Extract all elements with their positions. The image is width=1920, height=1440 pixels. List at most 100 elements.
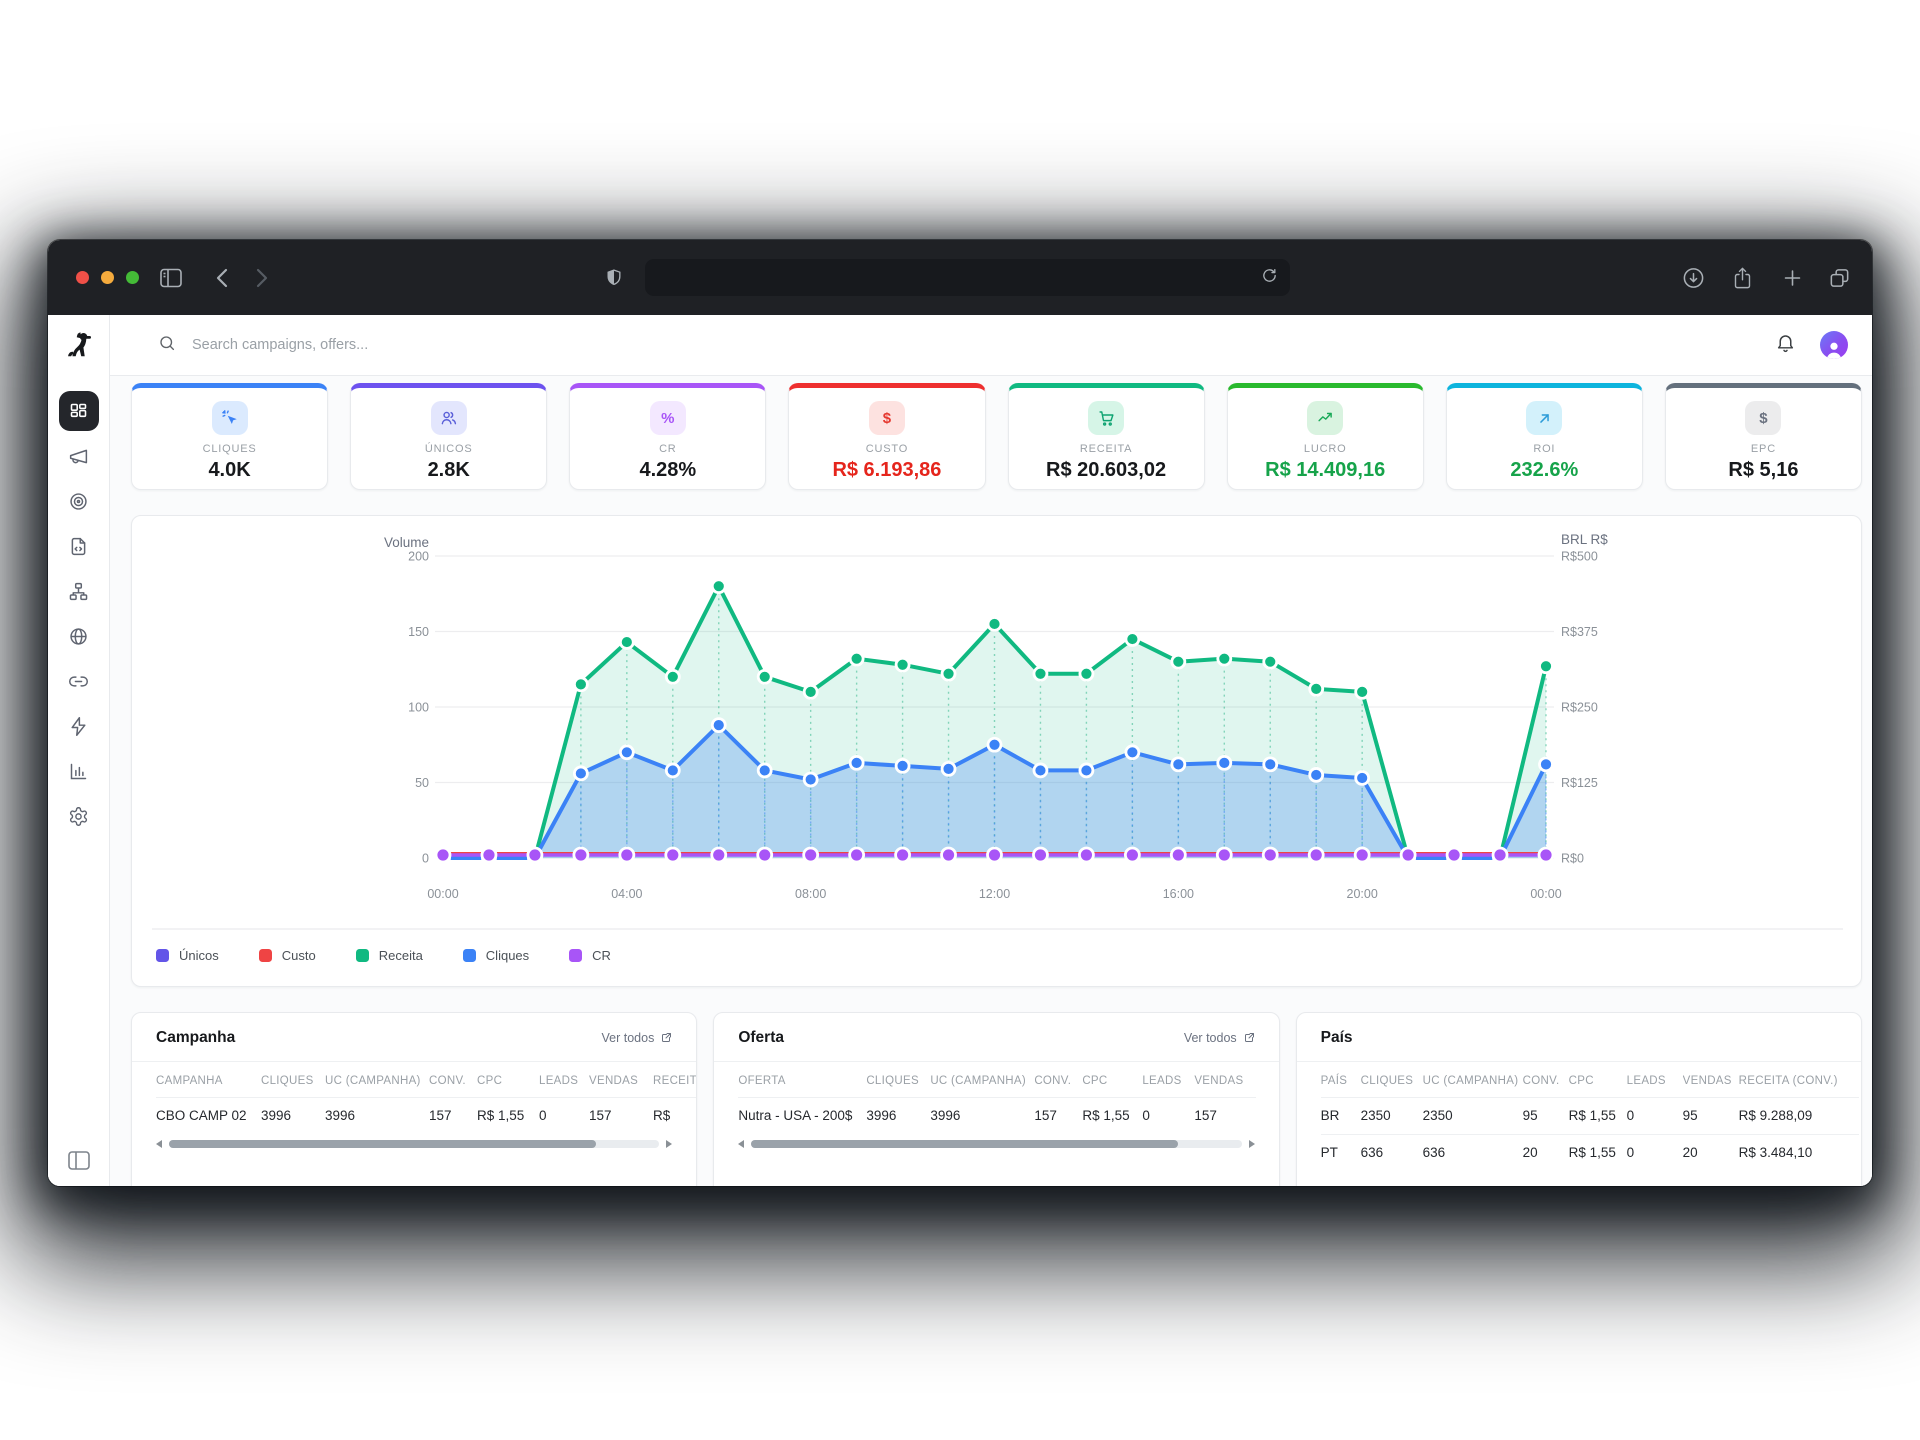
cr-point[interactable] xyxy=(666,848,680,862)
address-bar[interactable] xyxy=(645,259,1290,296)
scroll-left-icon[interactable] xyxy=(738,1140,744,1148)
cliques-point[interactable] xyxy=(620,746,633,759)
sidebar-item-file-code[interactable] xyxy=(59,526,99,566)
search-input[interactable] xyxy=(190,336,614,354)
back-icon[interactable] xyxy=(216,268,228,288)
horizontal-scrollbar[interactable] xyxy=(738,1137,1254,1151)
legend-item-receita[interactable]: Receita xyxy=(356,948,423,963)
receita-point[interactable] xyxy=(1264,655,1277,668)
receita-point[interactable] xyxy=(1540,660,1553,673)
panel-toggle-icon[interactable] xyxy=(160,268,182,287)
receita-point[interactable] xyxy=(1172,655,1185,668)
receita-point[interactable] xyxy=(850,652,863,665)
kpi-card-roi[interactable]: ROI 232.6% xyxy=(1446,383,1643,490)
cliques-point[interactable] xyxy=(988,738,1001,751)
cliques-point[interactable] xyxy=(712,719,725,732)
receita-point[interactable] xyxy=(1356,685,1369,698)
receita-point[interactable] xyxy=(620,636,633,649)
view-all-link[interactable]: Ver todos xyxy=(1184,1031,1255,1045)
scroll-left-icon[interactable] xyxy=(156,1140,162,1148)
reload-icon[interactable] xyxy=(1261,267,1278,289)
forward-icon[interactable] xyxy=(256,268,268,288)
sidebar-item-globe[interactable] xyxy=(59,616,99,656)
sidebar-item-link[interactable] xyxy=(59,661,99,701)
scroll-right-icon[interactable] xyxy=(1249,1140,1255,1148)
cliques-point[interactable] xyxy=(758,764,771,777)
kpi-card-epc[interactable]: $ EPC R$ 5,16 xyxy=(1665,383,1862,490)
horizontal-scrollbar[interactable] xyxy=(156,1137,672,1151)
cliques-point[interactable] xyxy=(1218,756,1231,769)
shield-icon[interactable] xyxy=(604,267,624,289)
cliques-point[interactable] xyxy=(896,759,909,772)
cliques-point[interactable] xyxy=(1540,758,1553,771)
tabs-overview-icon[interactable] xyxy=(1828,266,1851,289)
table-row[interactable]: PT63663620R$ 1,55020R$ 3.484,10 xyxy=(1321,1135,1859,1172)
cr-point[interactable] xyxy=(1493,848,1507,862)
cliques-point[interactable] xyxy=(1264,758,1277,771)
dog-logo[interactable] xyxy=(63,329,95,361)
cr-point[interactable] xyxy=(1263,848,1277,862)
kpi-card-unicos[interactable]: ÚNICOS 2.8K xyxy=(350,383,547,490)
sidebar-collapse-icon[interactable] xyxy=(48,1151,109,1170)
receita-point[interactable] xyxy=(896,658,909,671)
cr-point[interactable] xyxy=(528,848,542,862)
scrollbar-thumb[interactable] xyxy=(751,1140,1178,1148)
cr-point[interactable] xyxy=(758,848,772,862)
zoom-button[interactable] xyxy=(126,271,139,284)
avatar[interactable] xyxy=(1820,331,1848,359)
cr-point[interactable] xyxy=(850,848,864,862)
legend-item-unicos[interactable]: Únicos xyxy=(156,948,219,963)
sidebar-item-bar-chart[interactable] xyxy=(59,751,99,791)
cr-point[interactable] xyxy=(1447,848,1461,862)
cr-point[interactable] xyxy=(1309,848,1323,862)
sidebar-item-target[interactable] xyxy=(59,481,99,521)
new-tab-icon[interactable] xyxy=(1782,267,1803,288)
receita-point[interactable] xyxy=(712,580,725,593)
receita-point[interactable] xyxy=(1126,633,1139,646)
cliques-point[interactable] xyxy=(1126,746,1139,759)
cr-point[interactable] xyxy=(942,848,956,862)
cr-point[interactable] xyxy=(1033,848,1047,862)
cr-point[interactable] xyxy=(620,848,634,862)
scrollbar-thumb[interactable] xyxy=(169,1140,596,1148)
receita-point[interactable] xyxy=(574,678,587,691)
cr-point[interactable] xyxy=(1401,848,1415,862)
receita-point[interactable] xyxy=(942,667,955,680)
cr-point[interactable] xyxy=(1079,848,1093,862)
cliques-point[interactable] xyxy=(1080,764,1093,777)
receita-point[interactable] xyxy=(666,670,679,683)
view-all-link[interactable]: Ver todos xyxy=(602,1031,673,1045)
receita-point[interactable] xyxy=(1218,652,1231,665)
cr-point[interactable] xyxy=(1539,848,1553,862)
share-icon[interactable] xyxy=(1732,266,1753,289)
table-row[interactable]: Nutra - USA - 200$39963996157R$ 1,550157 xyxy=(738,1098,1256,1135)
kpi-card-custo[interactable]: $ CUSTO R$ 6.193,86 xyxy=(788,383,985,490)
legend-item-cr[interactable]: CR xyxy=(569,948,611,963)
receita-point[interactable] xyxy=(1080,667,1093,680)
legend-item-custo[interactable]: Custo xyxy=(259,948,316,963)
receita-point[interactable] xyxy=(1310,682,1323,695)
sidebar-item-hierarchy[interactable] xyxy=(59,571,99,611)
table-row[interactable]: BR2350235095R$ 1,55095R$ 9.288,09 xyxy=(1321,1098,1859,1135)
minimize-button[interactable] xyxy=(101,271,114,284)
kpi-card-cr[interactable]: % CR 4.28% xyxy=(569,383,766,490)
cr-point[interactable] xyxy=(436,848,450,862)
kpi-card-cliques[interactable]: CLIQUES 4.0K xyxy=(131,383,328,490)
sidebar-item-dashboard-active[interactable] xyxy=(59,391,99,431)
sidebar-item-settings[interactable] xyxy=(59,796,99,836)
cr-point[interactable] xyxy=(1217,848,1231,862)
receita-point[interactable] xyxy=(1034,667,1047,680)
cliques-point[interactable] xyxy=(1034,764,1047,777)
cliques-point[interactable] xyxy=(1172,758,1185,771)
close-button[interactable] xyxy=(76,271,89,284)
bell-icon[interactable] xyxy=(1775,332,1796,359)
time-series-chart[interactable]: 0R$050R$125100R$250150R$375200R$500Volum… xyxy=(132,516,1863,988)
cliques-point[interactable] xyxy=(942,762,955,775)
download-icon[interactable] xyxy=(1682,266,1705,289)
cliques-point[interactable] xyxy=(804,773,817,786)
cr-point[interactable] xyxy=(896,848,910,862)
cliques-point[interactable] xyxy=(1356,771,1369,784)
receita-point[interactable] xyxy=(804,685,817,698)
cr-point[interactable] xyxy=(988,848,1002,862)
cr-point[interactable] xyxy=(712,848,726,862)
